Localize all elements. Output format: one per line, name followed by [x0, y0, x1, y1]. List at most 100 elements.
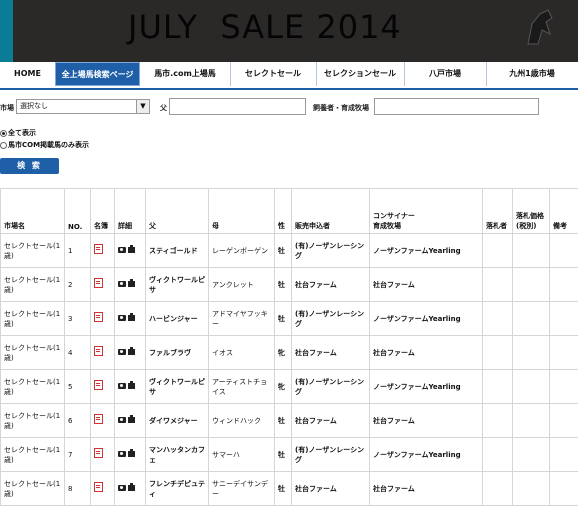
col-header: NO.	[65, 189, 91, 234]
main-nav: HOME 全上場馬検索ページ 馬市.com上場馬 セレクトセール セレクションセ…	[0, 62, 578, 90]
price-cell	[513, 404, 550, 438]
seller-cell: 社台ファーム	[292, 404, 370, 438]
catalog-cell	[91, 234, 115, 268]
tab-kyushu[interactable]: 九州1歳市場	[486, 62, 578, 86]
col-header: 販売申込者	[292, 189, 370, 234]
tab-umaichi[interactable]: 馬市.com上場馬	[140, 62, 231, 86]
catalog-cell	[91, 370, 115, 404]
dam-cell: アーティストチョイス	[209, 370, 275, 404]
table-row[interactable]: セレクトセール(1歳)2ヴィクトワールピサアンクレット牡社台ファーム社台ファーム	[1, 268, 578, 302]
col-header: コンサイナー 育成牧場	[370, 189, 483, 234]
remarks-cell	[550, 336, 578, 370]
remarks-cell	[550, 268, 578, 302]
camera-icon[interactable]	[118, 417, 126, 423]
sire-cell: スティゴールド	[146, 234, 209, 268]
search-button[interactable]: 検 索	[0, 158, 59, 174]
tab-all-search[interactable]: 全上場馬検索ページ	[55, 62, 140, 86]
video-icon[interactable]	[128, 417, 135, 423]
camera-icon[interactable]	[118, 485, 126, 491]
camera-icon[interactable]	[118, 315, 126, 321]
sire-cell: ハービンジャー	[146, 302, 209, 336]
tab-home[interactable]: HOME	[0, 62, 56, 86]
col-header: 性	[275, 189, 292, 234]
radio-show-all[interactable]: 全て表示	[0, 128, 36, 138]
col-header: 父	[146, 189, 209, 234]
camera-icon[interactable]	[118, 383, 126, 389]
seller-cell: (有)ノーザンレーシング	[292, 234, 370, 268]
market-select[interactable]: 選択なし ▼	[16, 99, 150, 114]
catalog-pdf-icon[interactable]	[94, 482, 103, 492]
catalog-cell	[91, 404, 115, 438]
tab-selection-sale[interactable]: セレクションセール	[316, 62, 405, 86]
sire-cell: ダイワメジャー	[146, 404, 209, 438]
sex-cell: 牝	[275, 336, 292, 370]
number-cell: 7	[65, 438, 91, 472]
catalog-pdf-icon[interactable]	[94, 380, 103, 390]
video-icon[interactable]	[128, 383, 135, 389]
radio-show-all-label: 全て表示	[8, 128, 36, 138]
video-icon[interactable]	[128, 451, 135, 457]
catalog-pdf-icon[interactable]	[94, 278, 103, 288]
radio-com-only[interactable]: 馬市COM掲載馬のみ表示	[0, 140, 89, 150]
remarks-cell	[550, 472, 578, 506]
breeder-input[interactable]	[374, 98, 539, 115]
number-cell: 1	[65, 234, 91, 268]
catalog-cell	[91, 472, 115, 506]
detail-cell	[115, 268, 146, 302]
table-header-row: 市場名 NO. 名簿 詳細 父 母 性 販売申込者 コンサイナー 育成牧場 落札…	[1, 189, 578, 234]
sire-input[interactable]	[169, 98, 306, 115]
dam-cell: レーゲンボーゲン	[209, 234, 275, 268]
sire-cell: ファルブラヴ	[146, 336, 209, 370]
video-icon[interactable]	[128, 349, 135, 355]
sire-cell: ヴィクトワールピサ	[146, 370, 209, 404]
catalog-cell	[91, 302, 115, 336]
market-cell: セレクトセール(1歳)	[1, 234, 65, 268]
consignor-cell: ノーザンファームYearling	[370, 438, 483, 472]
catalog-pdf-icon[interactable]	[94, 346, 103, 356]
market-cell: セレクトセール(1歳)	[1, 472, 65, 506]
sex-cell: 牡	[275, 472, 292, 506]
table-row[interactable]: セレクトセール(1歳)4ファルブラヴイオス牝社台ファーム社台ファーム	[1, 336, 578, 370]
camera-icon[interactable]	[118, 451, 126, 457]
tab-select-sale[interactable]: セレクトセール	[230, 62, 317, 86]
camera-icon[interactable]	[118, 281, 126, 287]
price-cell	[513, 234, 550, 268]
video-icon[interactable]	[128, 485, 135, 491]
video-icon[interactable]	[128, 315, 135, 321]
table-row[interactable]: セレクトセール(1歳)1スティゴールドレーゲンボーゲン牡(有)ノーザンレーシング…	[1, 234, 578, 268]
video-icon[interactable]	[128, 247, 135, 253]
market-select-value: 選択なし	[20, 102, 48, 110]
camera-icon[interactable]	[118, 247, 126, 253]
table-row[interactable]: セレクトセール(1歳)7マンハッタンカフェサマーハ牡(有)ノーザンレーシングノー…	[1, 438, 578, 472]
consignor-cell: 社台ファーム	[370, 336, 483, 370]
price-cell	[513, 302, 550, 336]
detail-cell	[115, 234, 146, 268]
table-row[interactable]: セレクトセール(1歳)5ヴィクトワールピサアーティストチョイス牝(有)ノーザンレ…	[1, 370, 578, 404]
catalog-cell	[91, 268, 115, 302]
market-cell: セレクトセール(1歳)	[1, 336, 65, 370]
remarks-cell	[550, 438, 578, 472]
catalog-pdf-icon[interactable]	[94, 448, 103, 458]
table-row[interactable]: セレクトセール(1歳)3ハービンジャーアドマイヤフッキー牡(有)ノーザンレーシン…	[1, 302, 578, 336]
market-cell: セレクトセール(1歳)	[1, 438, 65, 472]
seller-cell: (有)ノーザンレーシング	[292, 370, 370, 404]
video-icon[interactable]	[128, 281, 135, 287]
number-cell: 3	[65, 302, 91, 336]
market-cell: セレクトセール(1歳)	[1, 302, 65, 336]
remarks-cell	[550, 370, 578, 404]
radio-selected-icon	[0, 130, 7, 137]
catalog-pdf-icon[interactable]	[94, 244, 103, 254]
tab-hachinohe[interactable]: 八戸市場	[404, 62, 487, 86]
table-row[interactable]: セレクトセール(1歳)8フレンチデピュティサニーデイサンデー牡社台ファーム社台フ…	[1, 472, 578, 506]
dam-cell: サマーハ	[209, 438, 275, 472]
remarks-cell	[550, 234, 578, 268]
col-header: 母	[209, 189, 275, 234]
number-cell: 2	[65, 268, 91, 302]
catalog-pdf-icon[interactable]	[94, 312, 103, 322]
banner: JULY SALE 2014	[0, 0, 578, 62]
price-cell	[513, 370, 550, 404]
camera-icon[interactable]	[118, 349, 126, 355]
price-cell	[513, 472, 550, 506]
catalog-pdf-icon[interactable]	[94, 414, 103, 424]
table-row[interactable]: セレクトセール(1歳)6ダイワメジャーウィンドハック牡社台ファーム社台ファーム	[1, 404, 578, 438]
